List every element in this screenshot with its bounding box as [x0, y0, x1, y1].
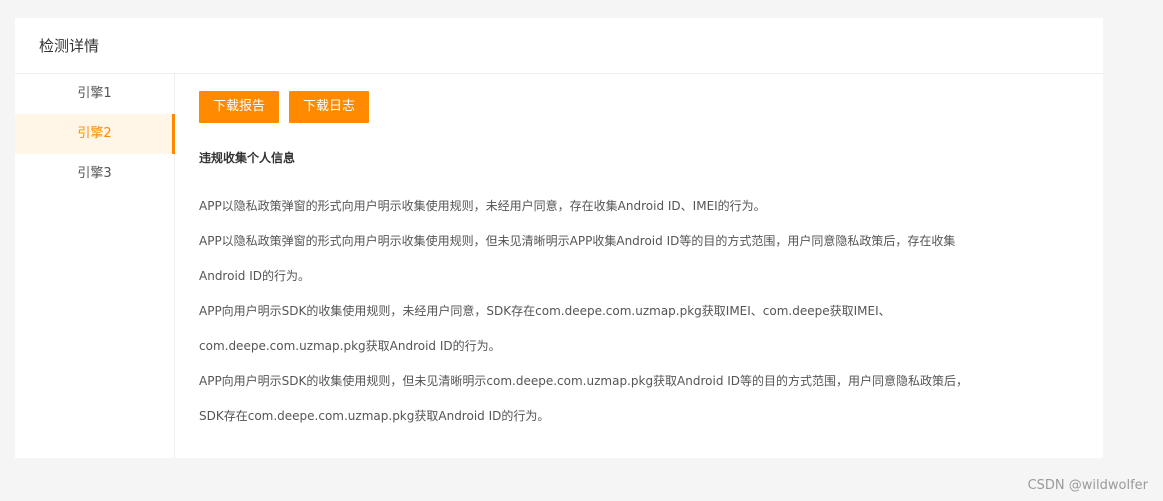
description-line: APP以隐私政策弹窗的形式向用户明示收集使用规则，但未见清晰明示APP收集And…: [199, 234, 956, 248]
sidebar-item-engine-2[interactable]: 引擎2: [15, 114, 175, 154]
engine-sidebar: 引擎1 引擎2 引擎3: [15, 74, 175, 458]
detail-content: 下载报告 下载日志 违规收集个人信息 APP以隐私政策弹窗的形式向用户明示收集使…: [199, 91, 1079, 458]
download-log-button[interactable]: 下载日志: [289, 91, 370, 123]
description-line: Android ID的行为。: [199, 269, 310, 283]
sidebar-item-engine-1[interactable]: 引擎1: [15, 74, 174, 114]
description-line: APP向用户明示SDK的收集使用规则，但未见清晰明示com.deepe.com.…: [199, 374, 969, 388]
csdn-watermark: CSDN @wildwolfer: [1027, 478, 1148, 493]
download-report-button[interactable]: 下载报告: [199, 91, 280, 123]
description-line: APP向用户明示SDK的收集使用规则，未经用户同意，SDK存在com.deepe…: [199, 304, 891, 318]
card-header: 检测详情: [15, 18, 1103, 74]
sidebar-item-engine-3[interactable]: 引擎3: [15, 154, 174, 194]
description-line: APP以隐私政策弹窗的形式向用户明示收集使用规则，未经用户同意，存在收集Andr…: [199, 199, 766, 213]
card-title: 检测详情: [39, 37, 100, 55]
description-line: SDK存在com.deepe.com.uzmap.pkg获取Android ID…: [199, 409, 550, 423]
description-line: com.deepe.com.uzmap.pkg获取Android ID的行为。: [199, 339, 501, 353]
violation-description: APP以隐私政策弹窗的形式向用户明示收集使用规则，未经用户同意，存在收集Andr…: [199, 189, 1079, 434]
action-toolbar: 下载报告 下载日志: [199, 91, 1079, 123]
detection-detail-card: 检测详情 引擎1 引擎2 引擎3 下载报告 下载日志 违规收集个人信息 APP以…: [15, 18, 1103, 458]
section-title: 违规收集个人信息: [199, 151, 296, 165]
card-body: 引擎1 引擎2 引擎3 下载报告 下载日志 违规收集个人信息 APP以隐私政策弹…: [15, 74, 1103, 458]
